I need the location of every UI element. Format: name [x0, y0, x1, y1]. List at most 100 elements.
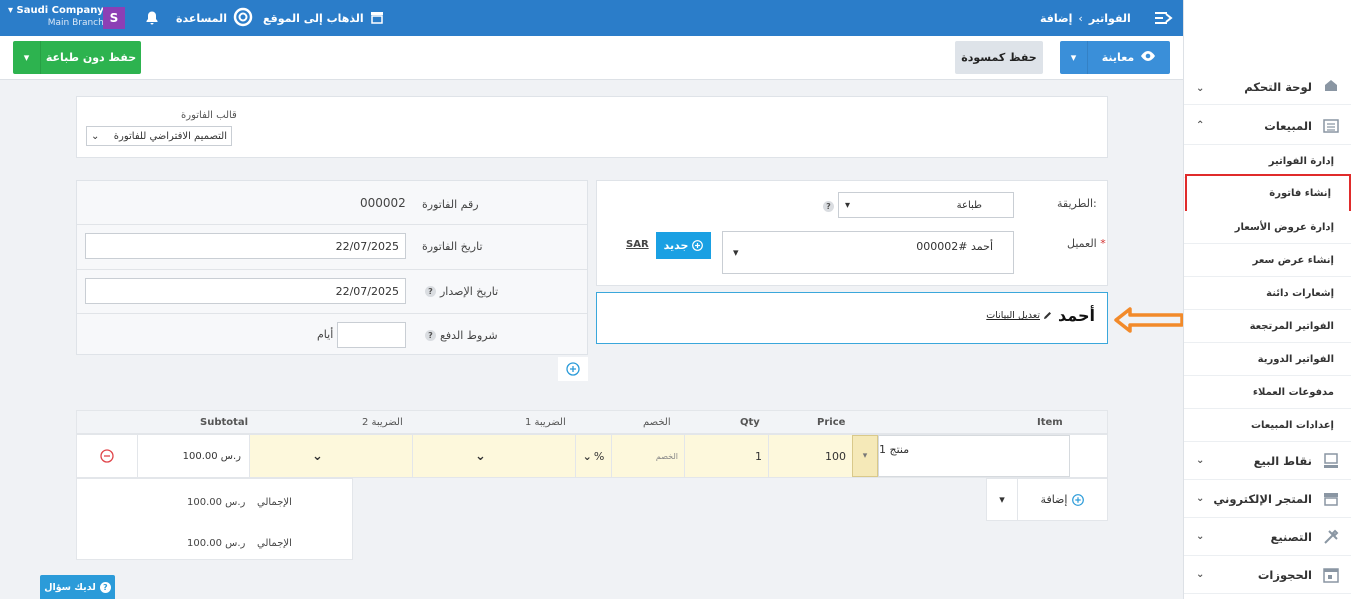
total-label: الإجمالي	[257, 497, 292, 508]
col-tax2: الضريبة 2	[362, 416, 403, 428]
add-item-label: إضافة	[1040, 493, 1068, 506]
invoice-date-input[interactable]: 22/07/2025	[85, 233, 406, 259]
pencil-icon	[1044, 312, 1052, 319]
qty-input[interactable]: 1	[684, 435, 768, 477]
issue-date-input[interactable]: 22/07/2025	[85, 278, 406, 304]
chevron-down-icon: ⌄	[475, 448, 486, 464]
template-select[interactable]: التصميم الافتراضي للفاتورة ⌄	[86, 126, 232, 146]
currency-link[interactable]: SAR	[626, 239, 649, 250]
home-icon	[1322, 76, 1340, 94]
ask-question-button[interactable]: لديك سؤال ?	[40, 575, 115, 599]
required-mark: *	[1100, 237, 1106, 250]
help-icon[interactable]: ?	[425, 286, 436, 297]
menu-toggle-icon[interactable]	[1155, 0, 1173, 36]
store-icon	[370, 10, 384, 27]
invoice-meta-card: رقم الفاتورة 000002 تاريخ الفاتورة 22/07…	[76, 180, 588, 355]
sidebar-sub-create-quote[interactable]: إنشاء عرض سعر	[1184, 244, 1351, 277]
row-subtotal: 100.00 ر.س	[137, 435, 249, 477]
totals-box: الإجمالي 100.00 ر.س الإجمالي 100.00 ر.س	[76, 478, 353, 560]
action-toolbar: ▾ حفظ دون طباعة حفظ كمسودة ▾ معاينة	[0, 36, 1183, 80]
chevron-left-icon: ‹	[1078, 11, 1083, 25]
sidebar-sub-create-invoice[interactable]: إنشاء فاتورة	[1185, 174, 1351, 213]
sidebar-sub-credit-notes[interactable]: إشعارات دائنة	[1184, 277, 1351, 310]
notifications-icon[interactable]	[144, 0, 160, 36]
add-field-button[interactable]	[558, 357, 588, 381]
template-value: التصميم الافتراضي للفاتورة	[113, 130, 227, 142]
save-no-print-label: حفظ دون طباعة	[45, 51, 137, 64]
breadcrumb-current: إضافة	[1040, 11, 1073, 25]
sidebar-item-online-store[interactable]: المتجر الإلكتروني ⌄	[1184, 480, 1351, 518]
table-row: 100.00 ر.س ⌄ ⌄ ⌄% الخصم 1 100 ▾ منتج 1	[76, 434, 1108, 478]
company-switcher[interactable]: ▾ Saudi Company Main Branch	[8, 5, 104, 29]
chevron-down-icon: ⌄	[1196, 531, 1205, 542]
template-card: قالب الفاتورة التصميم الافتراضي للفاتورة…	[76, 96, 1108, 158]
preview-button[interactable]: ▾ معاينة	[1060, 41, 1170, 74]
edit-data-link[interactable]: تعديل البيانات	[986, 310, 1052, 321]
issue-date-label: تاريخ الإصدار	[440, 285, 499, 298]
goto-site-link[interactable]: الذهاب إلى الموقع	[263, 0, 384, 36]
discount-unit: %	[593, 449, 605, 463]
sidebar-sub-customer-payments[interactable]: مدفوعات العملاء	[1184, 376, 1351, 409]
sidebar-label: المبيعات	[1264, 118, 1312, 133]
sidebar-item-pos[interactable]: نقاط البيع ⌄	[1184, 442, 1351, 480]
item-dropdown-button[interactable]: ▾	[852, 435, 878, 477]
avatar[interactable]: S	[103, 7, 125, 29]
payment-terms-label: شروط الدفع	[440, 329, 498, 342]
template-label: قالب الفاتورة	[181, 110, 237, 121]
sidebar-sub-sales-settings[interactable]: إعدادات المبيعات	[1184, 409, 1351, 442]
sidebar-sub-manage-quotes[interactable]: إدارة عروض الأسعار	[1184, 211, 1351, 244]
company-name: Saudi Company	[16, 5, 104, 16]
add-options-dropdown[interactable]: ▾	[987, 479, 1018, 520]
tax1-select[interactable]: ⌄	[412, 435, 575, 477]
grand-total-label: الإجمالي	[257, 538, 292, 549]
discount-input[interactable]: الخصم	[611, 435, 684, 477]
invoice-number-label: رقم الفاتورة	[422, 198, 479, 211]
discount-type-select[interactable]: ⌄%	[575, 435, 611, 477]
payment-terms-unit: أيام	[317, 328, 334, 341]
new-client-button[interactable]: جديد	[656, 232, 711, 259]
client-name-display: أحمد	[1058, 306, 1095, 325]
method-label: الطريقة:	[1057, 197, 1097, 210]
tax2-select[interactable]: ⌄	[249, 435, 412, 477]
client-value: أحمد #000002	[916, 240, 993, 253]
method-select[interactable]: طباعة ▾	[838, 192, 1014, 218]
chevron-down-icon: ⌄	[91, 130, 100, 142]
help-icon[interactable]: ?	[425, 330, 436, 341]
plus-circle-icon	[566, 362, 580, 376]
invoice-date-label: تاريخ الفاتورة	[422, 240, 483, 253]
payment-terms-input[interactable]	[337, 322, 406, 348]
tools-icon	[1322, 528, 1340, 546]
save-draft-button[interactable]: حفظ كمسودة	[955, 41, 1043, 74]
sidebar-item-manufacturing[interactable]: التصنيع ⌄	[1184, 518, 1351, 556]
client-select[interactable]: أحمد #000002 ▾	[722, 231, 1014, 274]
sidebar: لوحة التحكم ⌄ المبيعات ⌃ إدارة الفواتير …	[1183, 0, 1351, 599]
caret-down-icon: ▾	[845, 199, 851, 211]
price-input[interactable]: 100	[768, 435, 852, 477]
help-icon[interactable]: ?	[823, 201, 834, 212]
sidebar-item-bookings[interactable]: الحجوزات ⌄	[1184, 556, 1351, 594]
caret-down-icon[interactable]: ▾	[1060, 41, 1088, 74]
question-icon: ?	[99, 581, 111, 593]
breadcrumb-invoices[interactable]: الفواتير	[1089, 12, 1131, 25]
client-label: العميل	[1067, 237, 1097, 250]
caret-down-icon[interactable]: ▾	[13, 41, 41, 74]
help-link[interactable]: المساعدة	[176, 0, 253, 36]
chevron-up-icon: ⌃	[1196, 120, 1205, 131]
preview-label: معاينة	[1101, 51, 1135, 64]
item-input[interactable]: منتج 1	[878, 435, 1070, 477]
sidebar-item-dashboard[interactable]: لوحة التحكم ⌄	[1184, 68, 1351, 105]
sidebar-sub-recurring-invoices[interactable]: الفواتير الدورية	[1184, 343, 1351, 376]
add-item-button[interactable]: إضافة	[1018, 479, 1107, 520]
save-no-print-button[interactable]: ▾ حفظ دون طباعة	[13, 41, 141, 74]
sidebar-label: نقاط البيع	[1253, 453, 1312, 468]
sidebar-item-sales[interactable]: المبيعات ⌃	[1184, 107, 1351, 145]
remove-row-button[interactable]	[79, 435, 135, 477]
col-item: Item	[1037, 416, 1063, 428]
client-info-box: أحمد تعديل البيانات	[596, 292, 1108, 344]
minus-circle-icon	[100, 449, 114, 463]
total-value: 100.00 ر.س	[187, 497, 246, 508]
issue-date-label-wrap: ? تاريخ الإصدار	[425, 285, 498, 298]
col-subtotal: Subtotal	[200, 416, 249, 428]
chevron-down-icon: ⌄	[1196, 83, 1205, 94]
sidebar-sub-returned-invoices[interactable]: الفواتير المرتجعة	[1184, 310, 1351, 343]
